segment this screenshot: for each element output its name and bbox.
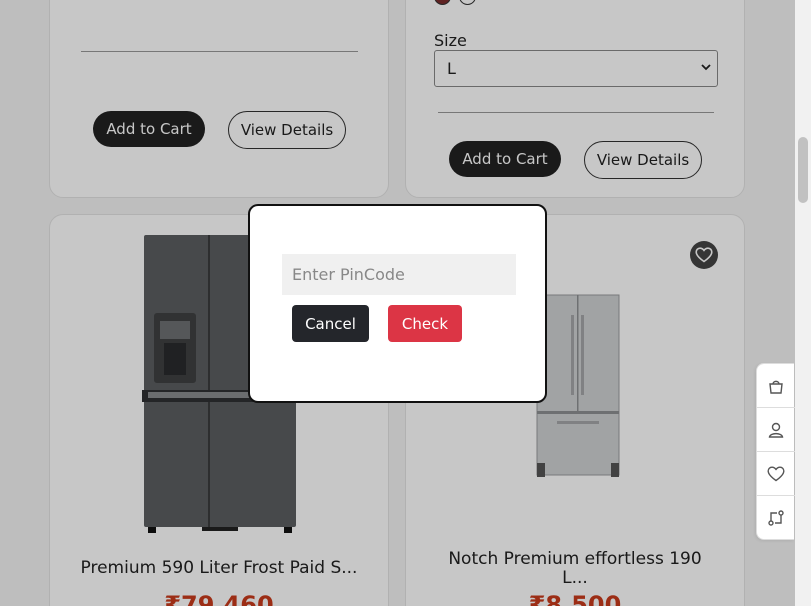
cart-bag-icon[interactable]	[757, 364, 795, 408]
side-toolbar	[756, 363, 795, 540]
pincode-input[interactable]	[282, 254, 516, 295]
product-grid-page: Add to Cart View Details Size L Add to C…	[0, 0, 795, 606]
pincode-modal: Cancel Check	[248, 204, 547, 403]
check-button[interactable]: Check	[388, 305, 462, 342]
heart-icon[interactable]	[757, 452, 795, 496]
cancel-button[interactable]: Cancel	[292, 305, 369, 342]
compare-icon[interactable]	[757, 496, 795, 540]
scrollbar-thumb[interactable]	[798, 137, 808, 203]
vertical-scrollbar[interactable]	[795, 0, 811, 606]
user-icon[interactable]	[757, 408, 795, 452]
